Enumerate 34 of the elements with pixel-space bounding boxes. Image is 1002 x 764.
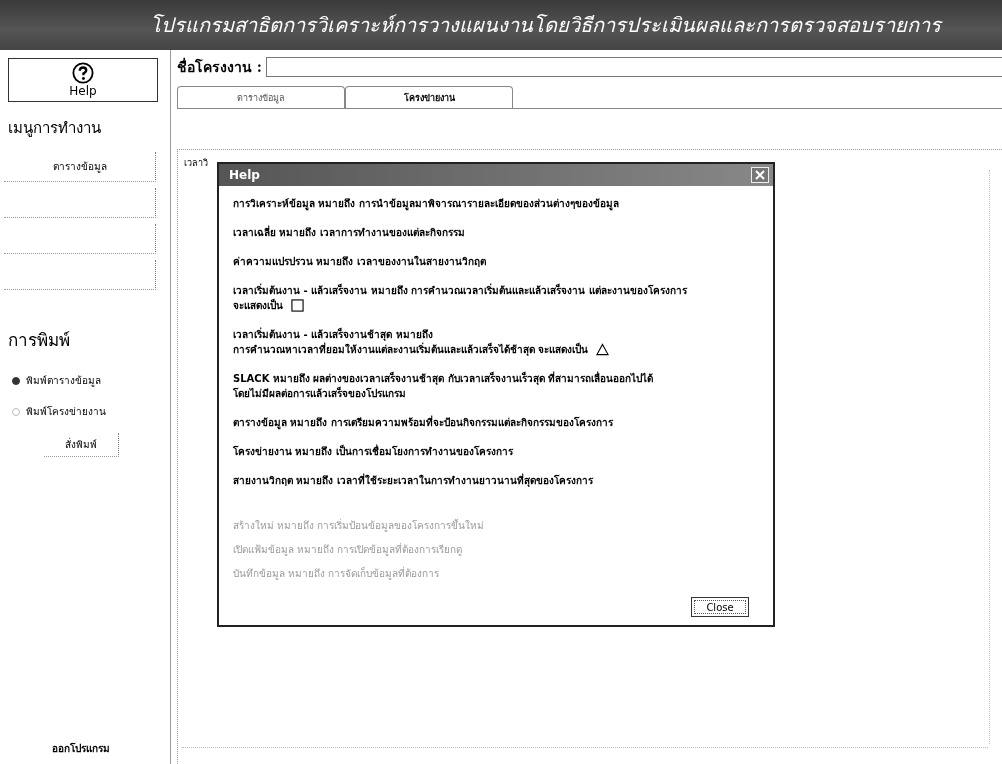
help-text: สายงานวิกฤต หมายถึง เวลาที่ใช้ระยะเวลาในการทำงานยาวนานที่สุดของโครงการ [233, 473, 593, 488]
help-text: เวลาเริ่มต้นงาน - แล้วเสร็จงานช้าสุด หมายถึง [233, 327, 433, 342]
print-button[interactable]: สั่งพิมพ์ [44, 433, 119, 457]
project-name-label: ชื่อโครงงาน : [177, 56, 263, 77]
column-header: เวลาวิ [184, 157, 208, 170]
print-heading: การพิมพ์ [8, 329, 71, 352]
help-button[interactable]: Help [8, 58, 158, 102]
menu-button[interactable]: ตารางข้อมูล [4, 152, 156, 182]
window-title: โปรแกรมสาธิตการวิเคราะห์การวางแผนงานโดยวิธีการประเมินผลและการตรวจสอบรายการ [150, 12, 941, 39]
help-text: เวลาเฉลี่ย หมายถึง เวลาการทำงานของแต่ละกิจกรรม [233, 225, 465, 240]
help-text: ตารางข้อมูล หมายถึง การเตรียมความพร้อมที่จะป้อนกิจกรรมแต่ละกิจกรรมของโครงการ [233, 415, 613, 430]
help-note: บันทึกข้อมูล หมายถึง การจัดเก็บข้อมูลที่ต้องการ [233, 566, 441, 581]
help-text: การคำนวณหาเวลาที่ยอมให้งานแต่ละงานเริ่มต้นและแล้วเสร็จได้ช้าสุด จะแสดงเป็น [233, 342, 589, 357]
square-icon [291, 299, 304, 312]
help-text: จะแสดงเป็น [233, 298, 283, 313]
help-note: เปิดแฟ้มข้อมูล หมายถึง การเปิดข้อมูลที่ต้องการเรียกดู [233, 542, 464, 557]
help-note: สร้างใหม่ หมายถึง การเริ่มป้อนข้อมูลของโครงการขึ้นใหม่ [233, 518, 486, 533]
tab[interactable]: ตารางข้อมูล [177, 86, 345, 108]
help-text: เวลาเริ่มต้นงาน - แล้วเสร็จงาน หมายถึง การคำนวณเวลาเริ่มต้นและแล้วเสร็จงาน แต่ละงานของโครงการ [233, 283, 687, 298]
radio-option[interactable]: พิมพ์ตารางข้อมูล [12, 373, 170, 388]
help-text: ค่าความแปรปรวน หมายถึง เวลาของงานในสายงานวิกฤต [233, 254, 486, 269]
help-text: โดยไม่มีผลต่อการแล้วเสร็จของโปรแกรม [233, 386, 406, 401]
tab[interactable]: โครงข่ายงาน [345, 86, 513, 108]
question-icon [72, 62, 94, 84]
help-text: โครงข่ายงาน หมายถึง เป็นการเชื่อมโยงการทำงานของโครงการ [233, 444, 513, 459]
project-name-field[interactable] [266, 57, 1002, 77]
close-icon[interactable] [751, 167, 769, 183]
dialog-title: Help [229, 168, 260, 182]
close-button[interactable]: Close [691, 597, 749, 617]
triangle-icon [596, 343, 610, 356]
menu-heading: เมนูการทำงาน [8, 118, 102, 139]
radio-option[interactable]: พิมพ์โครงข่ายงาน [12, 404, 170, 419]
help-text: การวิเคราะห์ข้อมูล หมายถึง การนำข้อมูลมาพิจารณารายละเอียดของส่วนต่างๆของข้อมูล [233, 197, 619, 211]
help-text: SLACK หมายถึง ผลต่างของเวลาเสร็จงานช้าสุด กับเวลาเสร็จงานเร็วสุด ที่สามารถเลื่อนออกไปได้ [233, 371, 654, 386]
